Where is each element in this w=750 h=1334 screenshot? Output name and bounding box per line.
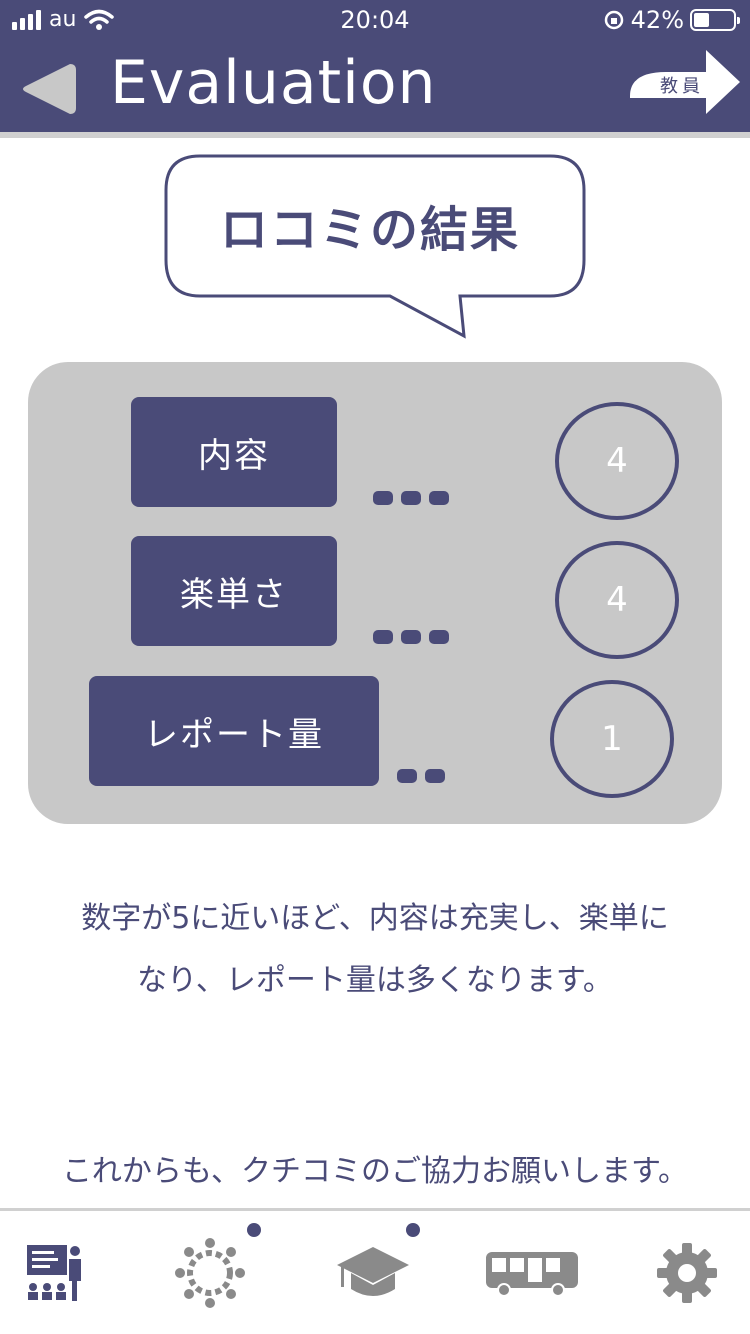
category-content: 内容	[131, 397, 337, 507]
orientation-lock-icon	[604, 10, 623, 30]
tab-lecture[interactable]	[10, 1233, 100, 1313]
score-ease: 4	[555, 541, 679, 659]
category-report-amount: レポート量	[89, 676, 379, 786]
community-badge	[247, 1223, 261, 1237]
thanks-message: これからも、クチコミのご協力お願いします。	[61, 1154, 689, 1189]
tab-community[interactable]	[165, 1223, 261, 1313]
bubble-title: ロコミの結果	[219, 202, 520, 258]
score-description: 数字が5に近いほど、内容は充実し、楽単に なり、レポート量は多くなります。	[20, 888, 730, 1012]
header-divider	[0, 132, 750, 138]
score-report-amount: 1	[550, 680, 674, 798]
lecture-icon	[27, 1245, 81, 1301]
tab-courses[interactable]	[328, 1223, 420, 1313]
back-button[interactable]	[18, 60, 78, 118]
settings-gear-icon	[657, 1243, 717, 1303]
dots-ease	[373, 630, 449, 644]
dots-report-amount	[397, 769, 445, 783]
bottom-tab-bar	[0, 1208, 750, 1334]
community-icon	[175, 1238, 245, 1308]
dots-content	[373, 491, 449, 505]
battery-percent: 42%	[630, 6, 684, 34]
tab-bus[interactable]	[480, 1233, 584, 1313]
graduation-cap-icon	[337, 1247, 409, 1296]
bus-icon	[486, 1252, 578, 1297]
description-line-1: 数字が5に近いほど、内容は充実し、楽単に	[81, 901, 669, 936]
tab-settings[interactable]	[642, 1233, 732, 1313]
app-header: au 20:04 42% Evaluation 教員	[0, 0, 750, 132]
page-title: Evaluation	[110, 48, 437, 118]
courses-badge	[406, 1223, 420, 1237]
status-bar: au 20:04 42%	[0, 0, 750, 40]
description-line-2: なり、レポート量は多くなります。	[137, 963, 613, 998]
teacher-button-label: 教員	[660, 76, 704, 97]
category-ease: 楽単さ	[131, 536, 337, 646]
score-content: 4	[555, 402, 679, 520]
battery-icon	[690, 9, 740, 31]
